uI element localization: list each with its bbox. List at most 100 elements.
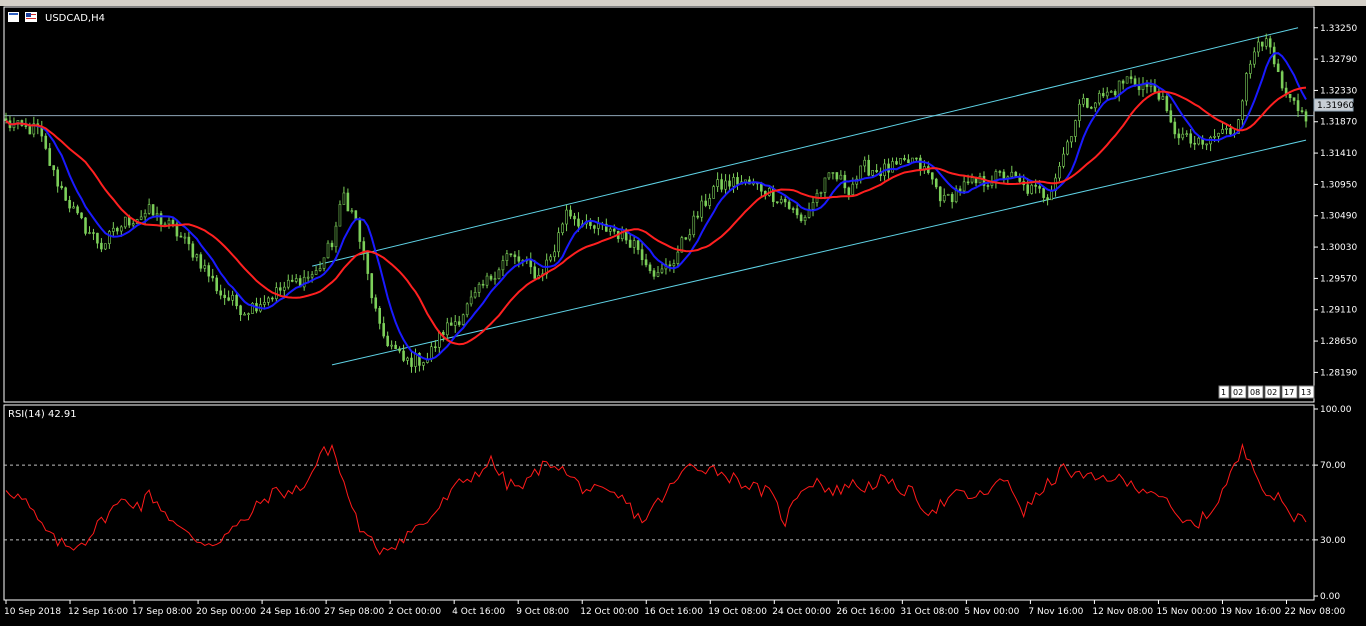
candle-body <box>716 179 719 187</box>
rsi-axis-label: 70.00 <box>1320 461 1346 471</box>
time-axis-label: 26 Oct 16:00 <box>836 607 895 617</box>
candle-body <box>48 148 52 166</box>
candle-body <box>696 215 700 218</box>
candle-body <box>847 187 851 195</box>
time-axis-label: 5 Nov 00:00 <box>964 607 1019 617</box>
main-chart-frame <box>3 6 1315 403</box>
candle-body <box>1125 76 1129 84</box>
candle-body <box>286 279 290 288</box>
candle-body <box>151 204 155 216</box>
candle-body <box>1296 100 1300 111</box>
candle-body <box>1078 103 1081 121</box>
candle-body <box>803 217 807 222</box>
chart-nav-tabs[interactable]: 1 02 08 02 17 13 <box>1218 385 1315 399</box>
time-axis-label: 4 Oct 16:00 <box>452 607 505 617</box>
candle-body <box>1133 78 1137 86</box>
candle-body <box>1038 186 1041 189</box>
candle-body <box>64 187 67 201</box>
candle-body <box>942 194 946 202</box>
rsi-axis-label: 0.00 <box>1320 592 1340 602</box>
candle-body <box>970 177 974 183</box>
candle-body <box>827 172 831 179</box>
candle-body <box>565 209 568 225</box>
candle-body <box>457 321 461 325</box>
candle-body <box>938 186 942 202</box>
candle-body <box>958 188 962 192</box>
price-axis-label: 1.29110 <box>1320 306 1357 316</box>
time-axis-label: 9 Oct 08:00 <box>516 607 569 617</box>
candle-body <box>1002 171 1006 180</box>
nav-tab-label: 08 <box>1250 388 1260 397</box>
candle-body <box>672 263 676 267</box>
candle-body <box>501 260 505 271</box>
candle-body <box>227 297 230 301</box>
candle-body <box>239 305 242 316</box>
candle-body <box>1145 84 1149 87</box>
price-axis-label: 1.30030 <box>1320 243 1357 253</box>
candle-body <box>612 228 616 232</box>
candle-body <box>438 331 441 348</box>
candle-body <box>561 223 564 234</box>
price-axis-label: 1.32330 <box>1320 86 1357 96</box>
candle-body <box>871 170 874 176</box>
candle-body <box>998 171 1002 173</box>
candle-body <box>28 125 32 135</box>
candle-body <box>449 322 453 326</box>
candle-body <box>887 163 890 173</box>
flag-icon-canton <box>26 13 31 17</box>
time-axis-label: 12 Sep 16:00 <box>68 607 128 617</box>
candle-body <box>1256 41 1260 53</box>
candle-body <box>589 221 592 226</box>
candle-body <box>811 202 815 210</box>
candle-body <box>632 240 636 248</box>
price-axis-label: 1.33250 <box>1320 24 1357 34</box>
candle-body <box>1050 190 1053 201</box>
candle-body <box>243 313 246 316</box>
candle-body <box>1105 91 1109 97</box>
candle-body <box>406 357 409 361</box>
candle-body <box>644 259 648 266</box>
candle-body <box>139 216 143 220</box>
candle-body <box>430 346 433 360</box>
candle-body <box>366 253 370 274</box>
flag-icon-stripe-1 <box>31 14 36 15</box>
candle-body <box>1177 133 1181 139</box>
candle-body <box>119 226 123 232</box>
rsi-pane[interactable] <box>3 404 1315 601</box>
candle-body <box>310 274 314 278</box>
nav-tab-label: 17 <box>1284 388 1294 397</box>
main-chart-pane[interactable] <box>3 6 1315 403</box>
candle-body <box>553 251 556 258</box>
time-axis[interactable]: 10 Sep 2018 12 Sep 16:00 17 Sep 08:00 20 Se… <box>4 600 1345 617</box>
candle-body <box>1268 38 1272 48</box>
candle-body <box>1300 110 1304 113</box>
candle-body <box>513 254 517 258</box>
rsi-pane-frame <box>3 404 1315 601</box>
candle-body <box>823 177 827 193</box>
channel-lower-line[interactable] <box>331 139 1307 366</box>
candle-body <box>787 201 791 209</box>
candle-body <box>374 297 378 309</box>
candle-body <box>1010 171 1014 178</box>
candle-body <box>505 253 509 261</box>
candle-body <box>529 259 533 268</box>
candle-body <box>1034 184 1037 187</box>
candle-body <box>1264 38 1268 47</box>
candle-body <box>1225 128 1228 130</box>
candle-body <box>453 321 457 326</box>
candle-body <box>88 232 91 234</box>
candle-body <box>652 270 656 277</box>
price-axis-label: 1.30490 <box>1320 212 1357 222</box>
rsi-title: RSI(14) 42.91 <box>8 409 77 420</box>
candle-body <box>112 227 115 232</box>
candle-body <box>1241 100 1244 120</box>
candle-body <box>819 192 823 194</box>
candle-body <box>100 242 103 250</box>
candle-body <box>1090 107 1093 109</box>
candle-body <box>1221 129 1224 134</box>
candle-body <box>899 158 902 165</box>
chart-canvas[interactable]: 1.33250 1.32790 1.32330 1.31870 1.31410 1.309… <box>0 0 1366 626</box>
candle-body <box>203 265 207 269</box>
channel-upper-line[interactable] <box>311 27 1299 267</box>
candle-body <box>1121 80 1125 84</box>
